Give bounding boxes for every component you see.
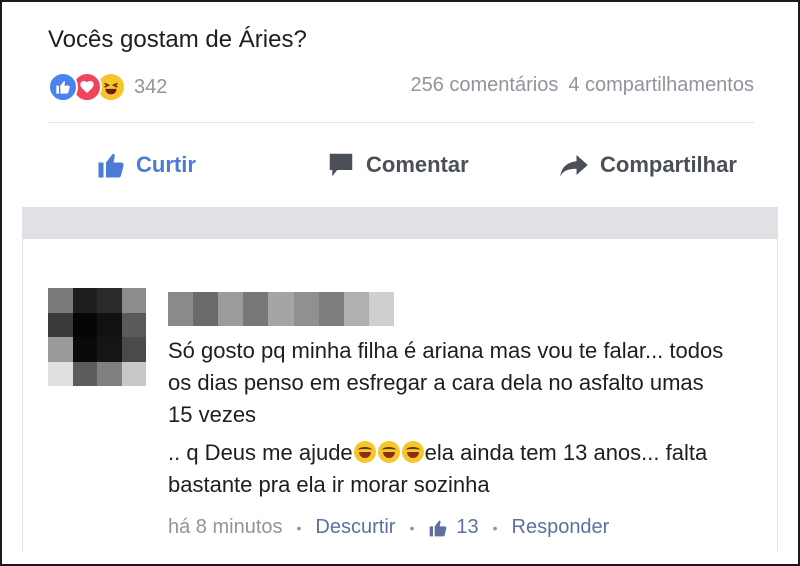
post-actions-bar: Curtir Comentar Compartilhar xyxy=(0,140,800,190)
comment-button[interactable]: Comentar xyxy=(326,140,469,190)
divider xyxy=(48,122,754,123)
reaction-count: 342 xyxy=(134,75,168,98)
thumbs-up-icon xyxy=(430,520,447,536)
comment-likes-count: 13 xyxy=(456,516,479,538)
share-button[interactable]: Compartilhar xyxy=(558,140,737,190)
comment-button-label: Comentar xyxy=(366,152,469,177)
like-button-label: Curtir xyxy=(136,152,196,177)
speech-bubble-icon xyxy=(329,153,353,177)
section-separator xyxy=(22,207,778,239)
separator-dot: • xyxy=(492,519,498,536)
separator-dot: • xyxy=(296,519,302,536)
share-button-label: Compartilhar xyxy=(600,152,737,177)
reactions-summary[interactable]: 342 xyxy=(48,70,167,104)
separator-dot: • xyxy=(409,519,415,536)
reply-button[interactable]: Responder xyxy=(512,516,610,539)
comment-time[interactable]: há 8 minutos xyxy=(168,516,283,539)
comment-text: Só gosto pq minha filha é ariana mas vou… xyxy=(168,335,728,501)
unlike-button[interactable]: Descurtir xyxy=(315,516,395,539)
comments-count[interactable]: 256 comentários xyxy=(410,74,558,97)
comment-paragraph-2: .. q Deus me ajude ela ainda tem 13 anos.… xyxy=(168,437,728,501)
comment-text-start: .. q Deus me ajude xyxy=(168,440,353,465)
grinning-tears-icon xyxy=(401,441,424,463)
like-reaction-icon xyxy=(48,72,78,102)
shares-count[interactable]: 4 compartilhamentos xyxy=(568,74,754,97)
comment-paragraph-1: Só gosto pq minha filha é ariana mas vou… xyxy=(168,338,724,427)
comment-meta: há 8 minutos • Descurtir • 13 • Responde… xyxy=(168,516,609,539)
comment-likes[interactable]: 13 xyxy=(428,516,479,539)
grinning-tears-icon xyxy=(353,441,376,463)
grinning-tears-icon xyxy=(377,441,400,463)
like-button[interactable]: Curtir xyxy=(96,140,196,190)
post-text: Vocês gostam de Áries? xyxy=(48,26,307,53)
post-stats: 256 comentários 4 compartilhamentos xyxy=(410,74,754,97)
share-arrow-icon xyxy=(560,155,588,177)
thumbs-up-icon xyxy=(98,153,124,178)
commenter-name-redacted[interactable] xyxy=(168,292,394,326)
avatar[interactable] xyxy=(48,288,146,386)
